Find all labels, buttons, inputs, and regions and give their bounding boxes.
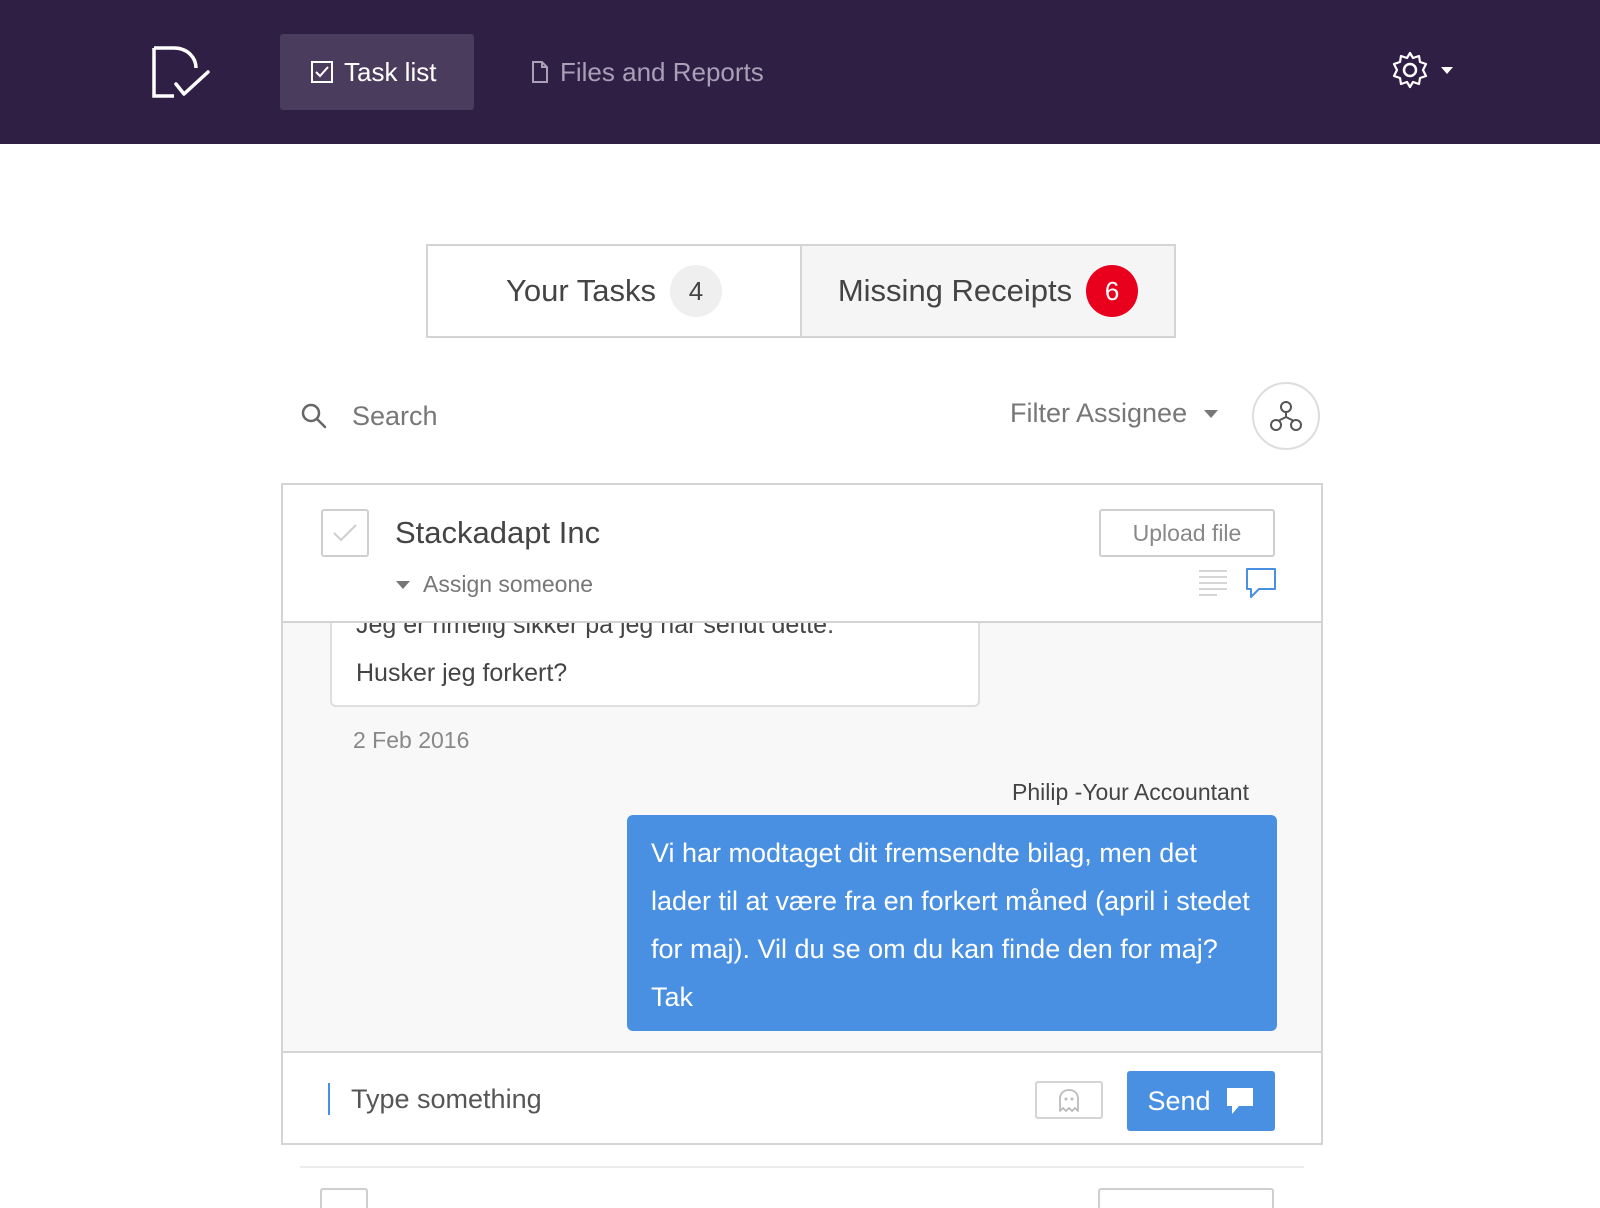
message-input[interactable] (351, 1077, 951, 1121)
incoming-message-line: Jeg er rimelig sikker på jeg har sendt d… (356, 623, 835, 639)
chevron-down-icon (1441, 67, 1453, 74)
tab-task-list[interactable]: Task list (280, 34, 474, 110)
notes-icon[interactable] (1197, 569, 1229, 597)
chevron-down-icon (1204, 409, 1219, 418)
search-input[interactable] (352, 394, 852, 438)
text-caret (328, 1083, 330, 1115)
top-navbar: Task list Files and Reports (0, 0, 1600, 144)
assign-someone-dropdown[interactable]: Assign someone (395, 571, 593, 598)
message-composer: Send (283, 1051, 1321, 1143)
segment-missing-receipts-label: Missing Receipts (837, 273, 1073, 308)
message-date: 2 Feb 2016 (353, 727, 470, 753)
tab-files-label: Files and Reports (560, 56, 764, 87)
tab-files-and-reports[interactable]: Files and Reports (500, 34, 794, 110)
speech-bubble-icon (1226, 1088, 1253, 1114)
task-complete-checkbox[interactable] (321, 509, 369, 557)
task-segment-control: Your Tasks 4 Missing Receipts 6 (426, 244, 1176, 338)
segment-your-tasks-label: Your Tasks (506, 273, 656, 308)
comment-icon[interactable] (1245, 567, 1277, 599)
incoming-message: Jeg er rimelig sikker på jeg har sendt d… (330, 623, 980, 707)
search-icon (301, 403, 327, 429)
assign-someone-label: Assign someone (423, 571, 594, 597)
incoming-message-line: Husker jeg forkert? (356, 659, 568, 687)
message-sender: Philip -Your Accountant (1012, 779, 1249, 805)
message-thread[interactable]: Jeg er rimelig sikker på jeg har sendt d… (283, 623, 1321, 1051)
filter-assignee-dropdown[interactable]: Filter Assignee (1010, 398, 1219, 429)
checkmark-icon (333, 524, 357, 542)
gear-icon (1392, 51, 1428, 89)
count-badge: 4 (669, 265, 722, 317)
next-task-checkbox[interactable] (320, 1188, 368, 1208)
checkbox-icon (310, 60, 334, 84)
emoji-button[interactable] (1035, 1081, 1103, 1119)
filter-assignee-label: Filter Assignee (1010, 398, 1188, 428)
task-company-name: Stackadapt Inc (395, 515, 601, 550)
ghost-icon (1059, 1089, 1079, 1112)
outgoing-message: Vi har modtaget dit fremsendte bilag, me… (627, 815, 1277, 1031)
segment-missing-receipts[interactable]: Missing Receipts 6 (800, 246, 1174, 336)
send-button-label: Send (1147, 1085, 1211, 1116)
document-icon (530, 60, 550, 84)
task-divider (300, 1166, 1304, 1168)
count-badge: 6 (1086, 265, 1139, 317)
tab-task-list-label: Task list (344, 56, 437, 87)
task-card: Stackadapt Inc Assign someone Upload fil… (281, 483, 1323, 1145)
upload-file-button[interactable]: Upload file (1099, 509, 1275, 557)
org-chart-button[interactable] (1252, 382, 1320, 450)
app-logo[interactable] (150, 44, 212, 100)
settings-menu[interactable] (1390, 50, 1454, 90)
segment-your-tasks[interactable]: Your Tasks 4 (428, 246, 800, 336)
hierarchy-icon (1270, 401, 1302, 431)
next-task-upload-button[interactable] (1098, 1188, 1274, 1208)
caret-down-icon (396, 580, 410, 589)
send-button[interactable]: Send (1127, 1071, 1275, 1131)
search-filter-row: Filter Assignee (300, 382, 1324, 452)
task-card-header: Stackadapt Inc Assign someone Upload fil… (283, 485, 1321, 623)
